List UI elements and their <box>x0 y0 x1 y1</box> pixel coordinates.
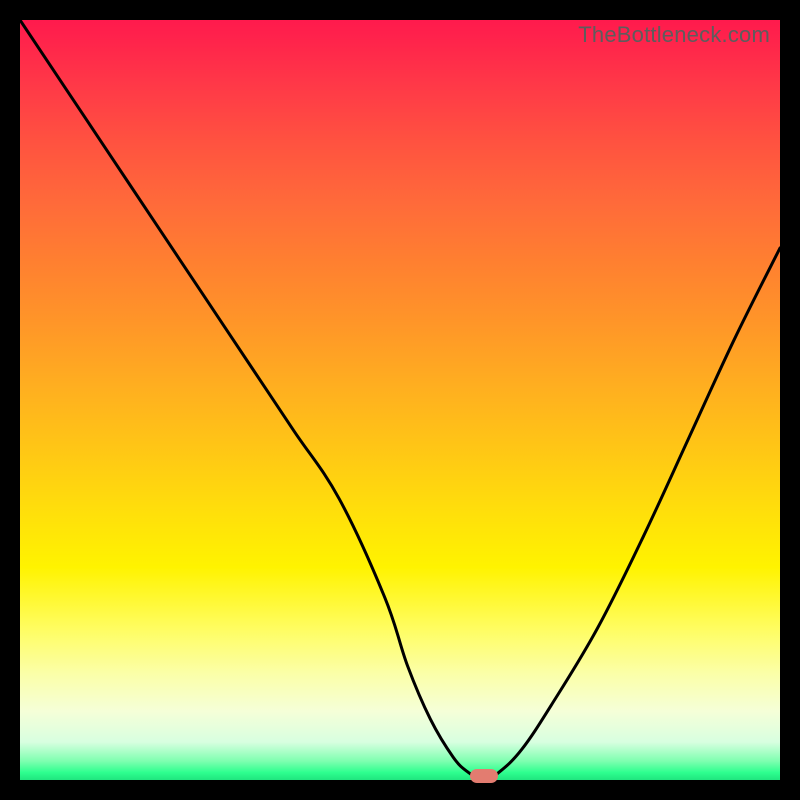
watermark-text: TheBottleneck.com <box>578 22 770 48</box>
curve-path <box>20 20 780 780</box>
bottleneck-curve <box>20 20 780 780</box>
min-marker <box>470 769 498 783</box>
chart-plot-area: TheBottleneck.com <box>20 20 780 780</box>
